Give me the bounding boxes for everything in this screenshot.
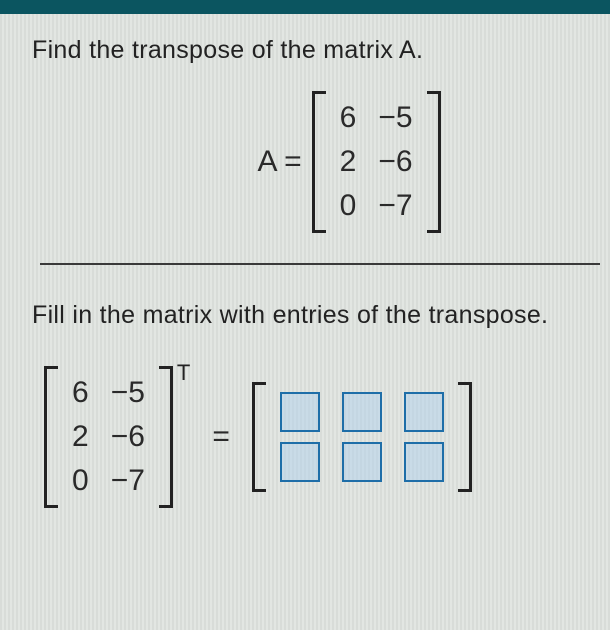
matrix-cell: 6 [72, 376, 89, 410]
matrix-cell: −7 [378, 189, 412, 223]
answer-cell-0-0[interactable] [280, 392, 320, 432]
lhs-matrix: 6 −5 2 −6 0 −7 [44, 366, 173, 508]
matrix-cell: −5 [111, 376, 145, 410]
answer-prompt: Fill in the matrix with entries of the t… [32, 297, 586, 342]
matrix-cell: 2 [72, 420, 89, 454]
matrix-cell: 0 [340, 189, 357, 223]
answer-cell-1-2[interactable] [404, 442, 444, 482]
question-prompt: Find the transpose of the matrix A. [32, 32, 586, 77]
bracket-left-icon [252, 382, 266, 492]
bracket-left-icon [312, 91, 326, 233]
bracket-left-icon [44, 366, 58, 508]
lhs-label: A = [257, 145, 301, 179]
rhs-answer-grid [266, 382, 458, 492]
transpose-equation: 6 −5 2 −6 0 −7 T = [32, 366, 586, 508]
matrix-cell: 2 [340, 145, 357, 179]
answer-cell-0-1[interactable] [342, 392, 382, 432]
bracket-right-icon [458, 382, 472, 492]
matrix-cell: 6 [340, 101, 357, 135]
matrix-cell: 0 [72, 464, 89, 498]
transpose-superscript: T [177, 360, 190, 386]
lhs-matrix-grid: 6 −5 2 −6 0 −7 [58, 366, 159, 508]
bracket-right-icon [427, 91, 441, 233]
lhs-transpose: 6 −5 2 −6 0 −7 T [44, 366, 190, 508]
matrix-cell: −5 [378, 101, 412, 135]
equals-sign: = [206, 420, 236, 454]
answer-cell-1-0[interactable] [280, 442, 320, 482]
matrix-equation-A: A = 6 −5 2 −6 0 −7 [112, 91, 586, 233]
matrix-A: 6 −5 2 −6 0 −7 [312, 91, 441, 233]
content-area: Find the transpose of the matrix A. A = … [0, 14, 610, 508]
bracket-right-icon [159, 366, 173, 508]
matrix-cell: −7 [111, 464, 145, 498]
matrix-cell: −6 [111, 420, 145, 454]
answer-cell-1-1[interactable] [342, 442, 382, 482]
section-divider [40, 263, 600, 265]
window-titlebar [0, 0, 610, 14]
matrix-A-grid: 6 −5 2 −6 0 −7 [326, 91, 427, 233]
answer-cell-0-2[interactable] [404, 392, 444, 432]
matrix-cell: −6 [378, 145, 412, 179]
rhs-answer-matrix [252, 382, 472, 492]
